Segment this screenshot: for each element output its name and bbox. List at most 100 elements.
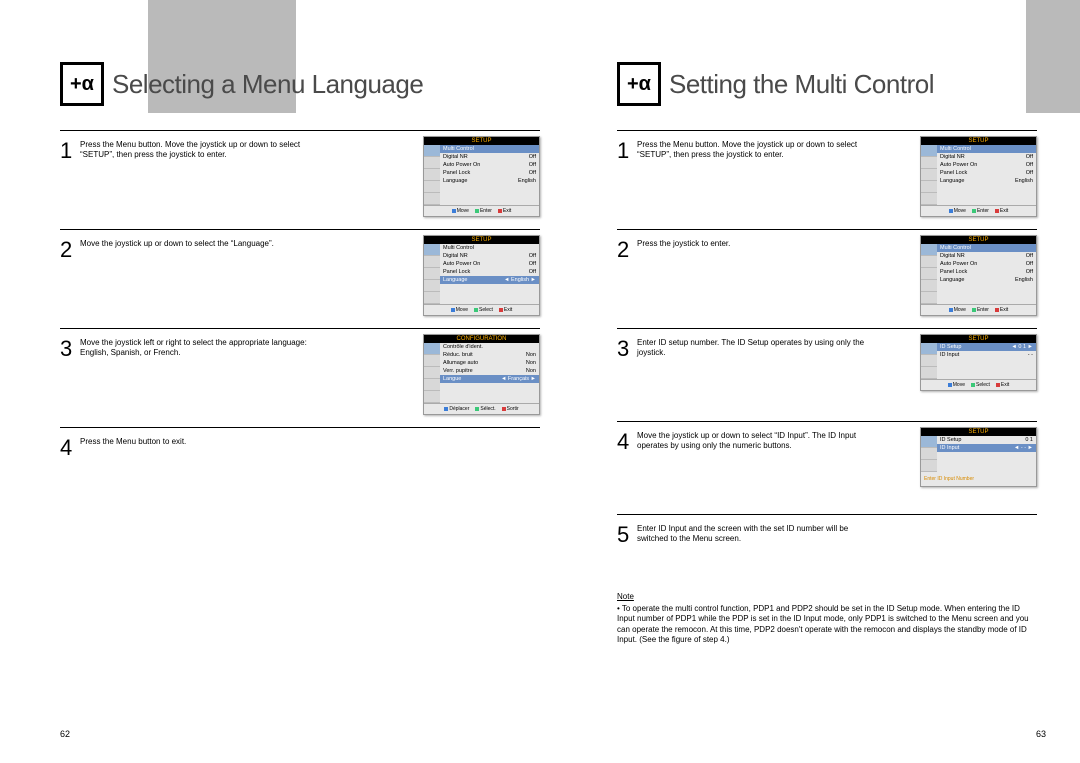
note-body: • To operate the multi control function,… [617, 604, 1037, 646]
osd-row: LanguageEnglish [937, 177, 1036, 185]
osd-row: LanguageEnglish [440, 177, 539, 185]
osd-title: SETUP [921, 428, 1036, 436]
step-row: 1 Press the Menu button. Move the joysti… [60, 130, 540, 229]
step-row: 3 Enter ID setup number. The ID Setup op… [617, 328, 1037, 421]
osd-hint: Exit [995, 208, 1008, 214]
header-right: +α Setting the Multi Control [617, 55, 934, 113]
osd-title: CONFIGURATION [424, 335, 539, 343]
step-row: 4 Move the joystick up or down to select… [617, 421, 1037, 514]
alpha-icon: +α [617, 62, 661, 106]
osd-hint: Move [451, 307, 468, 313]
step-text: Press the joystick to enter. [637, 235, 873, 316]
osd-row: Langue◄ Français ► [440, 375, 539, 383]
osd-title: SETUP [921, 335, 1036, 343]
osd-hint: Move [948, 382, 965, 388]
osd-hint: Enter [972, 307, 989, 313]
osd-hint: Select [474, 307, 493, 313]
osd-screenshot: SETUP Multi ControlDigital NROffAuto Pow… [423, 235, 540, 316]
step-text: Enter ID setup number. The ID Setup oper… [637, 334, 873, 409]
osd-row: Allumage autoNon [440, 359, 539, 367]
osd-row: Language◄ English ► [440, 276, 539, 284]
osd-hint: Move [452, 208, 469, 214]
osd-hint: Enter [475, 208, 492, 214]
osd-screenshot: SETUP Multi ControlDigital NROffAuto Pow… [920, 136, 1037, 217]
osd-row: Multi Control [440, 145, 539, 153]
alpha-icon: +α [60, 62, 104, 106]
step-text: Enter ID Input and the screen with the s… [637, 520, 873, 550]
osd-row: ID Setup0 1 [937, 436, 1036, 444]
osd-row: Digital NROff [937, 153, 1036, 161]
osd-screenshot: SETUP Multi ControlDigital NROffAuto Pow… [423, 136, 540, 217]
step-number: 2 [617, 235, 637, 316]
osd-row: Multi Control [937, 145, 1036, 153]
header-gray-block-right [1026, 0, 1080, 113]
page-title-right: Setting the Multi Control [669, 69, 934, 100]
header-left: +α Selecting a Menu Language [60, 55, 423, 113]
osd-row: Auto Power OnOff [937, 260, 1036, 268]
osd-row: Contrôle d'ident. [440, 343, 539, 351]
step-row: 2 Move the joystick up or down to select… [60, 229, 540, 328]
osd-row: Verr. pupitreNon [440, 367, 539, 375]
osd-row: Auto Power OnOff [937, 161, 1036, 169]
osd-hint: Move [949, 307, 966, 313]
osd-hint: Move [949, 208, 966, 214]
note-title: Note [617, 592, 1037, 601]
osd-hint: Exit [498, 208, 511, 214]
osd-row: Digital NROff [440, 153, 539, 161]
osd-hint: Exit [499, 307, 512, 313]
osd-row: Panel LockOff [440, 169, 539, 177]
steps-column-right: 1 Press the Menu button. Move the joysti… [617, 130, 1037, 646]
step-text: Press the Menu button. Move the joystick… [637, 136, 873, 217]
step-text: Press the Menu button to exit. [80, 433, 316, 463]
step-number: 3 [60, 334, 80, 415]
step-row: 1 Press the Menu button. Move the joysti… [617, 130, 1037, 229]
osd-title: SETUP [424, 137, 539, 145]
step-row: 2 Press the joystick to enter. SETUP Mul… [617, 229, 1037, 328]
osd-row: Réduc. bruitNon [440, 351, 539, 359]
osd-row: ID Input- - [937, 351, 1036, 359]
osd-row: Digital NROff [937, 252, 1036, 260]
osd-row: Digital NROff [440, 252, 539, 260]
osd-hint: Sélect. [475, 406, 495, 412]
osd-screenshot: SETUP ID Setup◄ 0 1 ►ID Input- - Move Sel… [920, 334, 1037, 409]
osd-hint: Exit [996, 382, 1009, 388]
step-text: Press the Menu button. Move the joystick… [80, 136, 316, 217]
step-text: Move the joystick up or down to select t… [80, 235, 316, 316]
page-number-right: 63 [1036, 729, 1046, 739]
osd-hint: Enter [972, 208, 989, 214]
step-number: 5 [617, 520, 637, 550]
osd-hint: Déplacer [444, 406, 469, 412]
osd-screenshot: CONFIGURATION Contrôle d'ident.Réduc. br… [423, 334, 540, 415]
osd-message: Enter ID Input Number [921, 472, 1036, 486]
step-number: 1 [60, 136, 80, 217]
osd-hint: Exit [995, 307, 1008, 313]
step-number: 3 [617, 334, 637, 409]
steps-column-left: 1 Press the Menu button. Move the joysti… [60, 130, 540, 475]
step-row: 5 Enter ID Input and the screen with the… [617, 514, 1037, 562]
osd-title: SETUP [921, 137, 1036, 145]
osd-title: SETUP [424, 236, 539, 244]
osd-screenshot: SETUP ID Setup0 1ID Input◄ - - ► Enter I… [920, 427, 1037, 502]
note-block: Note • To operate the multi control func… [617, 592, 1037, 646]
step-number: 4 [617, 427, 637, 502]
osd-row: Auto Power OnOff [440, 260, 539, 268]
page-number-left: 62 [60, 729, 70, 739]
osd-hint: Select [971, 382, 990, 388]
osd-row: Multi Control [440, 244, 539, 252]
osd-row: ID Setup◄ 0 1 ► [937, 343, 1036, 351]
osd-row: Panel LockOff [937, 268, 1036, 276]
page-title-left: Selecting a Menu Language [112, 69, 423, 100]
step-row: 3 Move the joystick left or right to sel… [60, 328, 540, 427]
step-text: Move the joystick up or down to select “… [637, 427, 873, 502]
osd-row: LanguageEnglish [937, 276, 1036, 284]
osd-row: Panel LockOff [937, 169, 1036, 177]
step-text: Move the joystick left or right to selec… [80, 334, 316, 415]
step-row: 4 Press the Menu button to exit. [60, 427, 540, 475]
step-number: 4 [60, 433, 80, 463]
step-number: 1 [617, 136, 637, 217]
osd-row: Auto Power OnOff [440, 161, 539, 169]
step-number: 2 [60, 235, 80, 316]
osd-screenshot: SETUP Multi ControlDigital NROffAuto Pow… [920, 235, 1037, 316]
osd-hint: Sortir [502, 406, 519, 412]
osd-row: ID Input◄ - - ► [937, 444, 1036, 452]
